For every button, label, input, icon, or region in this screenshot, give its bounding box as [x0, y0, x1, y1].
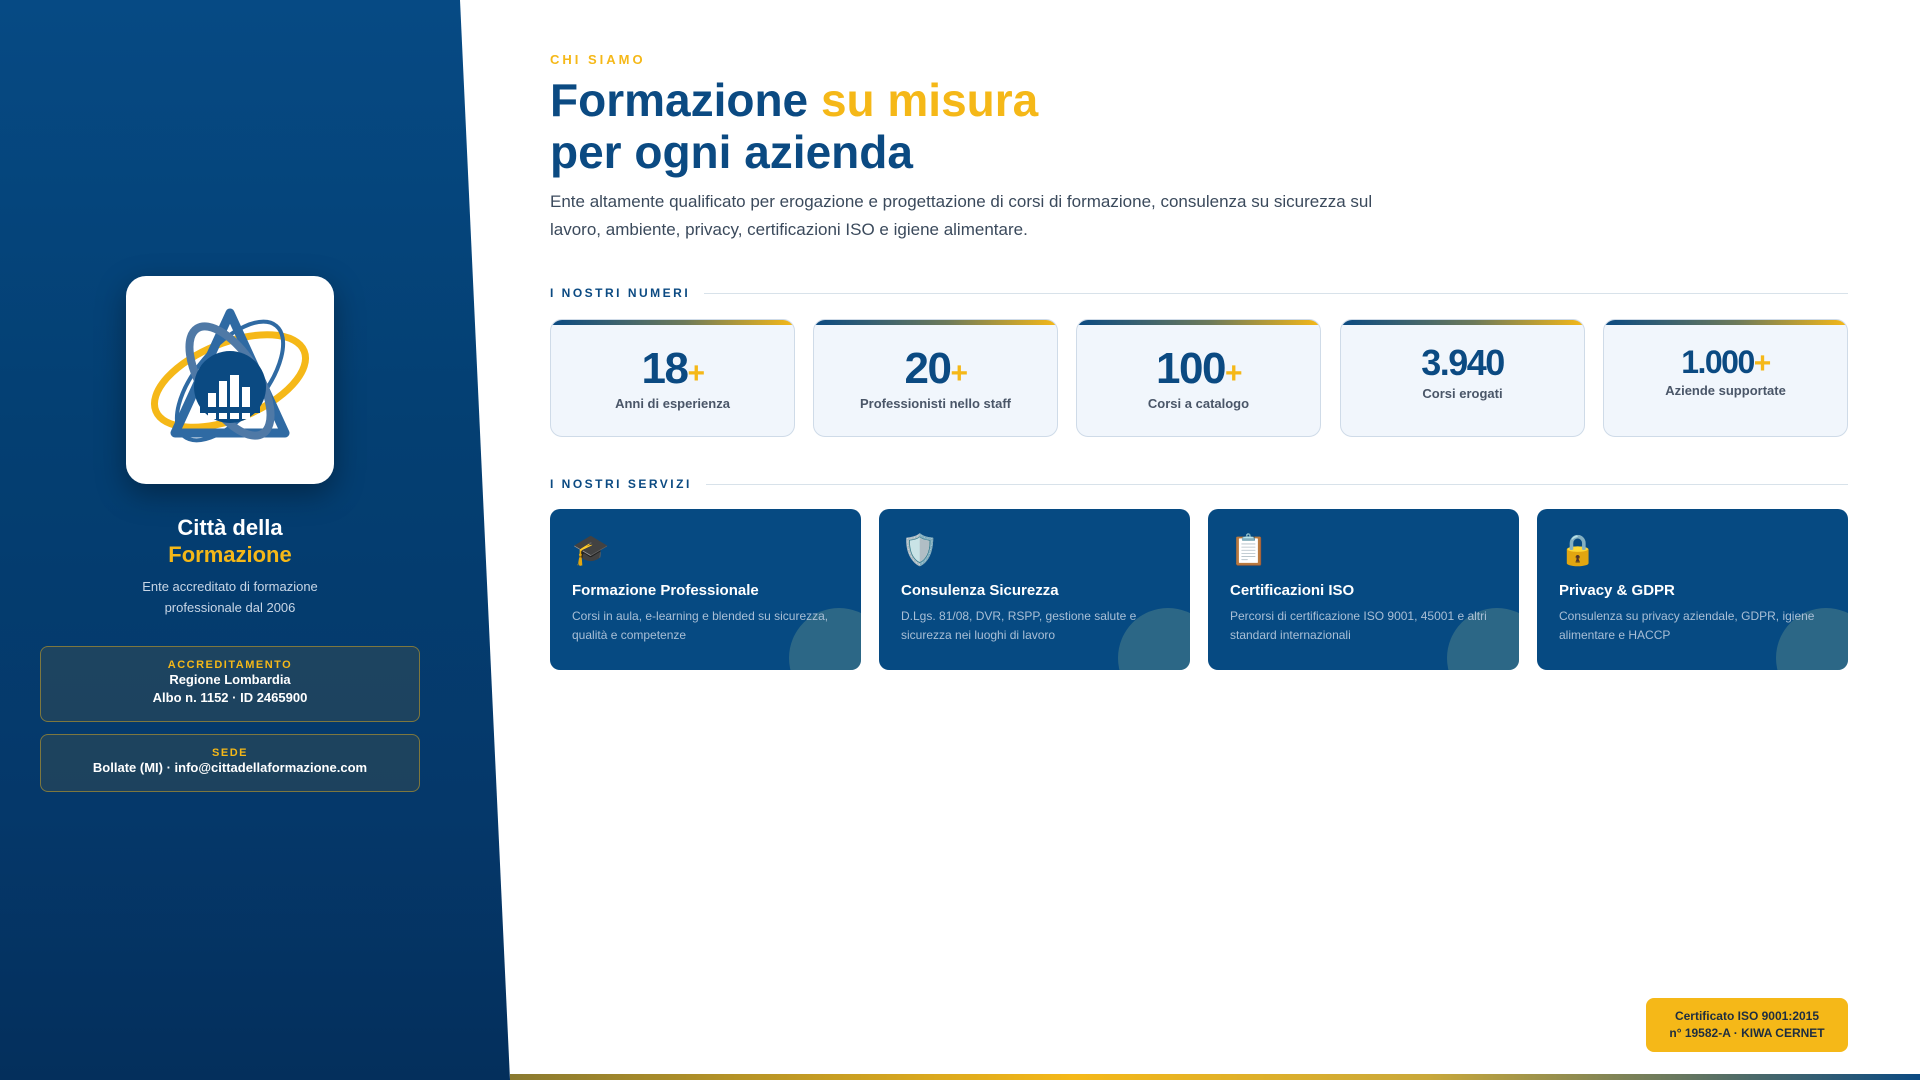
- stat-card: 1.000+ Aziende supportate: [1603, 319, 1848, 437]
- service-title: Certificazioni ISO: [1230, 582, 1355, 599]
- logo-icon: [150, 308, 310, 443]
- stat-value: 3.940: [1421, 342, 1505, 383]
- service-description: Percorsi di certificazione ISO 9001, 450…: [1230, 609, 1487, 642]
- accreditation-line1: Regione Lombardia: [169, 672, 291, 687]
- badge-line1: Certificato ISO 9001:2015: [1674, 1009, 1820, 1023]
- services-section-title: I NOSTRI SERVIZI: [550, 477, 1848, 491]
- brand-name-line2: Formazione: [168, 542, 292, 567]
- accreditation-line2: Albo n. 1152 · ID 2465900: [152, 690, 308, 705]
- logo-card: [126, 276, 334, 484]
- divider: [704, 292, 1848, 294]
- page-title: Formazione su misura per ogni azienda: [550, 74, 1038, 178]
- graduation-cap-icon: 🎓: [572, 534, 610, 567]
- service-title: Consulenza Sicurezza: [901, 582, 1059, 599]
- clipboard-icon: 📋: [1230, 534, 1268, 567]
- service-card-iso[interactable]: 📋 Certificazioni ISO Percorsi di certifi…: [1208, 509, 1519, 670]
- office-box: SEDE Bollate (MI) · info@cittadellaforma…: [40, 734, 420, 792]
- stat-value: 100+: [1156, 344, 1242, 393]
- bottom-accent-bar: [510, 1074, 1920, 1080]
- stat-value: 18+: [641, 344, 705, 393]
- stat-card: 20+ Professionisti nello staff: [813, 319, 1058, 437]
- stat-label: Anni di esperienza: [615, 396, 730, 411]
- stat-label: Aziende supportate: [1665, 383, 1786, 398]
- headline-part1: Formazione: [550, 74, 821, 126]
- brand-subtitle: Ente accreditato di formazione professio…: [142, 579, 318, 615]
- numbers-section-label: I NOSTRI NUMERI: [550, 286, 691, 300]
- service-description: D.Lgs. 81/08, DVR, RSPP, gestione salute…: [901, 609, 1137, 642]
- office-label: SEDE: [212, 747, 248, 759]
- divider: [705, 483, 1848, 485]
- stat-label: Corsi a catalogo: [1147, 396, 1250, 411]
- service-card-safety[interactable]: 🛡️ Consulenza Sicurezza D.Lgs. 81/08, DV…: [879, 509, 1190, 670]
- iso-certificate-badge: Certificato ISO 9001:2015 n° 19582-A · K…: [1646, 998, 1848, 1052]
- brand-name-line1: Città della: [177, 515, 283, 540]
- stat-label: Corsi erogati: [1422, 386, 1503, 401]
- headline-accent: su misura: [820, 74, 1039, 126]
- stat-card: 18+ Anni di esperienza: [550, 319, 795, 437]
- eyebrow: CHI SIAMO: [550, 52, 646, 67]
- office-contact[interactable]: Bollate (MI) · info@cittadellaformazione…: [41, 759, 419, 777]
- service-title: Privacy & GDPR: [1559, 582, 1675, 599]
- brand-name: Città della Formazione: [0, 514, 460, 568]
- accreditation-label: ACCREDITAMENTO: [167, 659, 293, 671]
- services-section-label: I NOSTRI SERVIZI: [550, 477, 692, 491]
- shield-icon: 🛡️: [901, 534, 939, 567]
- service-description: Corsi in aula, e-learning e blended su s…: [572, 609, 829, 642]
- headline-line2: per ogni azienda: [550, 126, 913, 178]
- stat-card: 3.940 Corsi erogati: [1340, 319, 1585, 437]
- service-title: Formazione Professionale: [572, 582, 759, 599]
- stat-card: 100+ Corsi a catalogo: [1076, 319, 1321, 437]
- badge-line2: n° 19582-A · KIWA CERNET: [1669, 1026, 1825, 1040]
- service-description: Consulenza su privacy aziendale, GDPR, i…: [1559, 609, 1815, 642]
- stat-value: 20+: [904, 344, 968, 393]
- lock-icon: 🔒: [1559, 534, 1597, 567]
- stat-label: Professionisti nello staff: [860, 396, 1011, 411]
- stat-value: 1.000+: [1681, 344, 1771, 380]
- numbers-section-title: I NOSTRI NUMERI: [550, 286, 1848, 300]
- service-card-training[interactable]: 🎓 Formazione Professionale Corsi in aula…: [550, 509, 861, 670]
- intro-text: Ente altamente qualificato per erogazion…: [550, 192, 1373, 239]
- accreditation-box: ACCREDITAMENTO Regione Lombardia Albo n.…: [40, 646, 420, 722]
- service-card-privacy[interactable]: 🔒 Privacy & GDPR Consulenza su privacy a…: [1537, 509, 1848, 670]
